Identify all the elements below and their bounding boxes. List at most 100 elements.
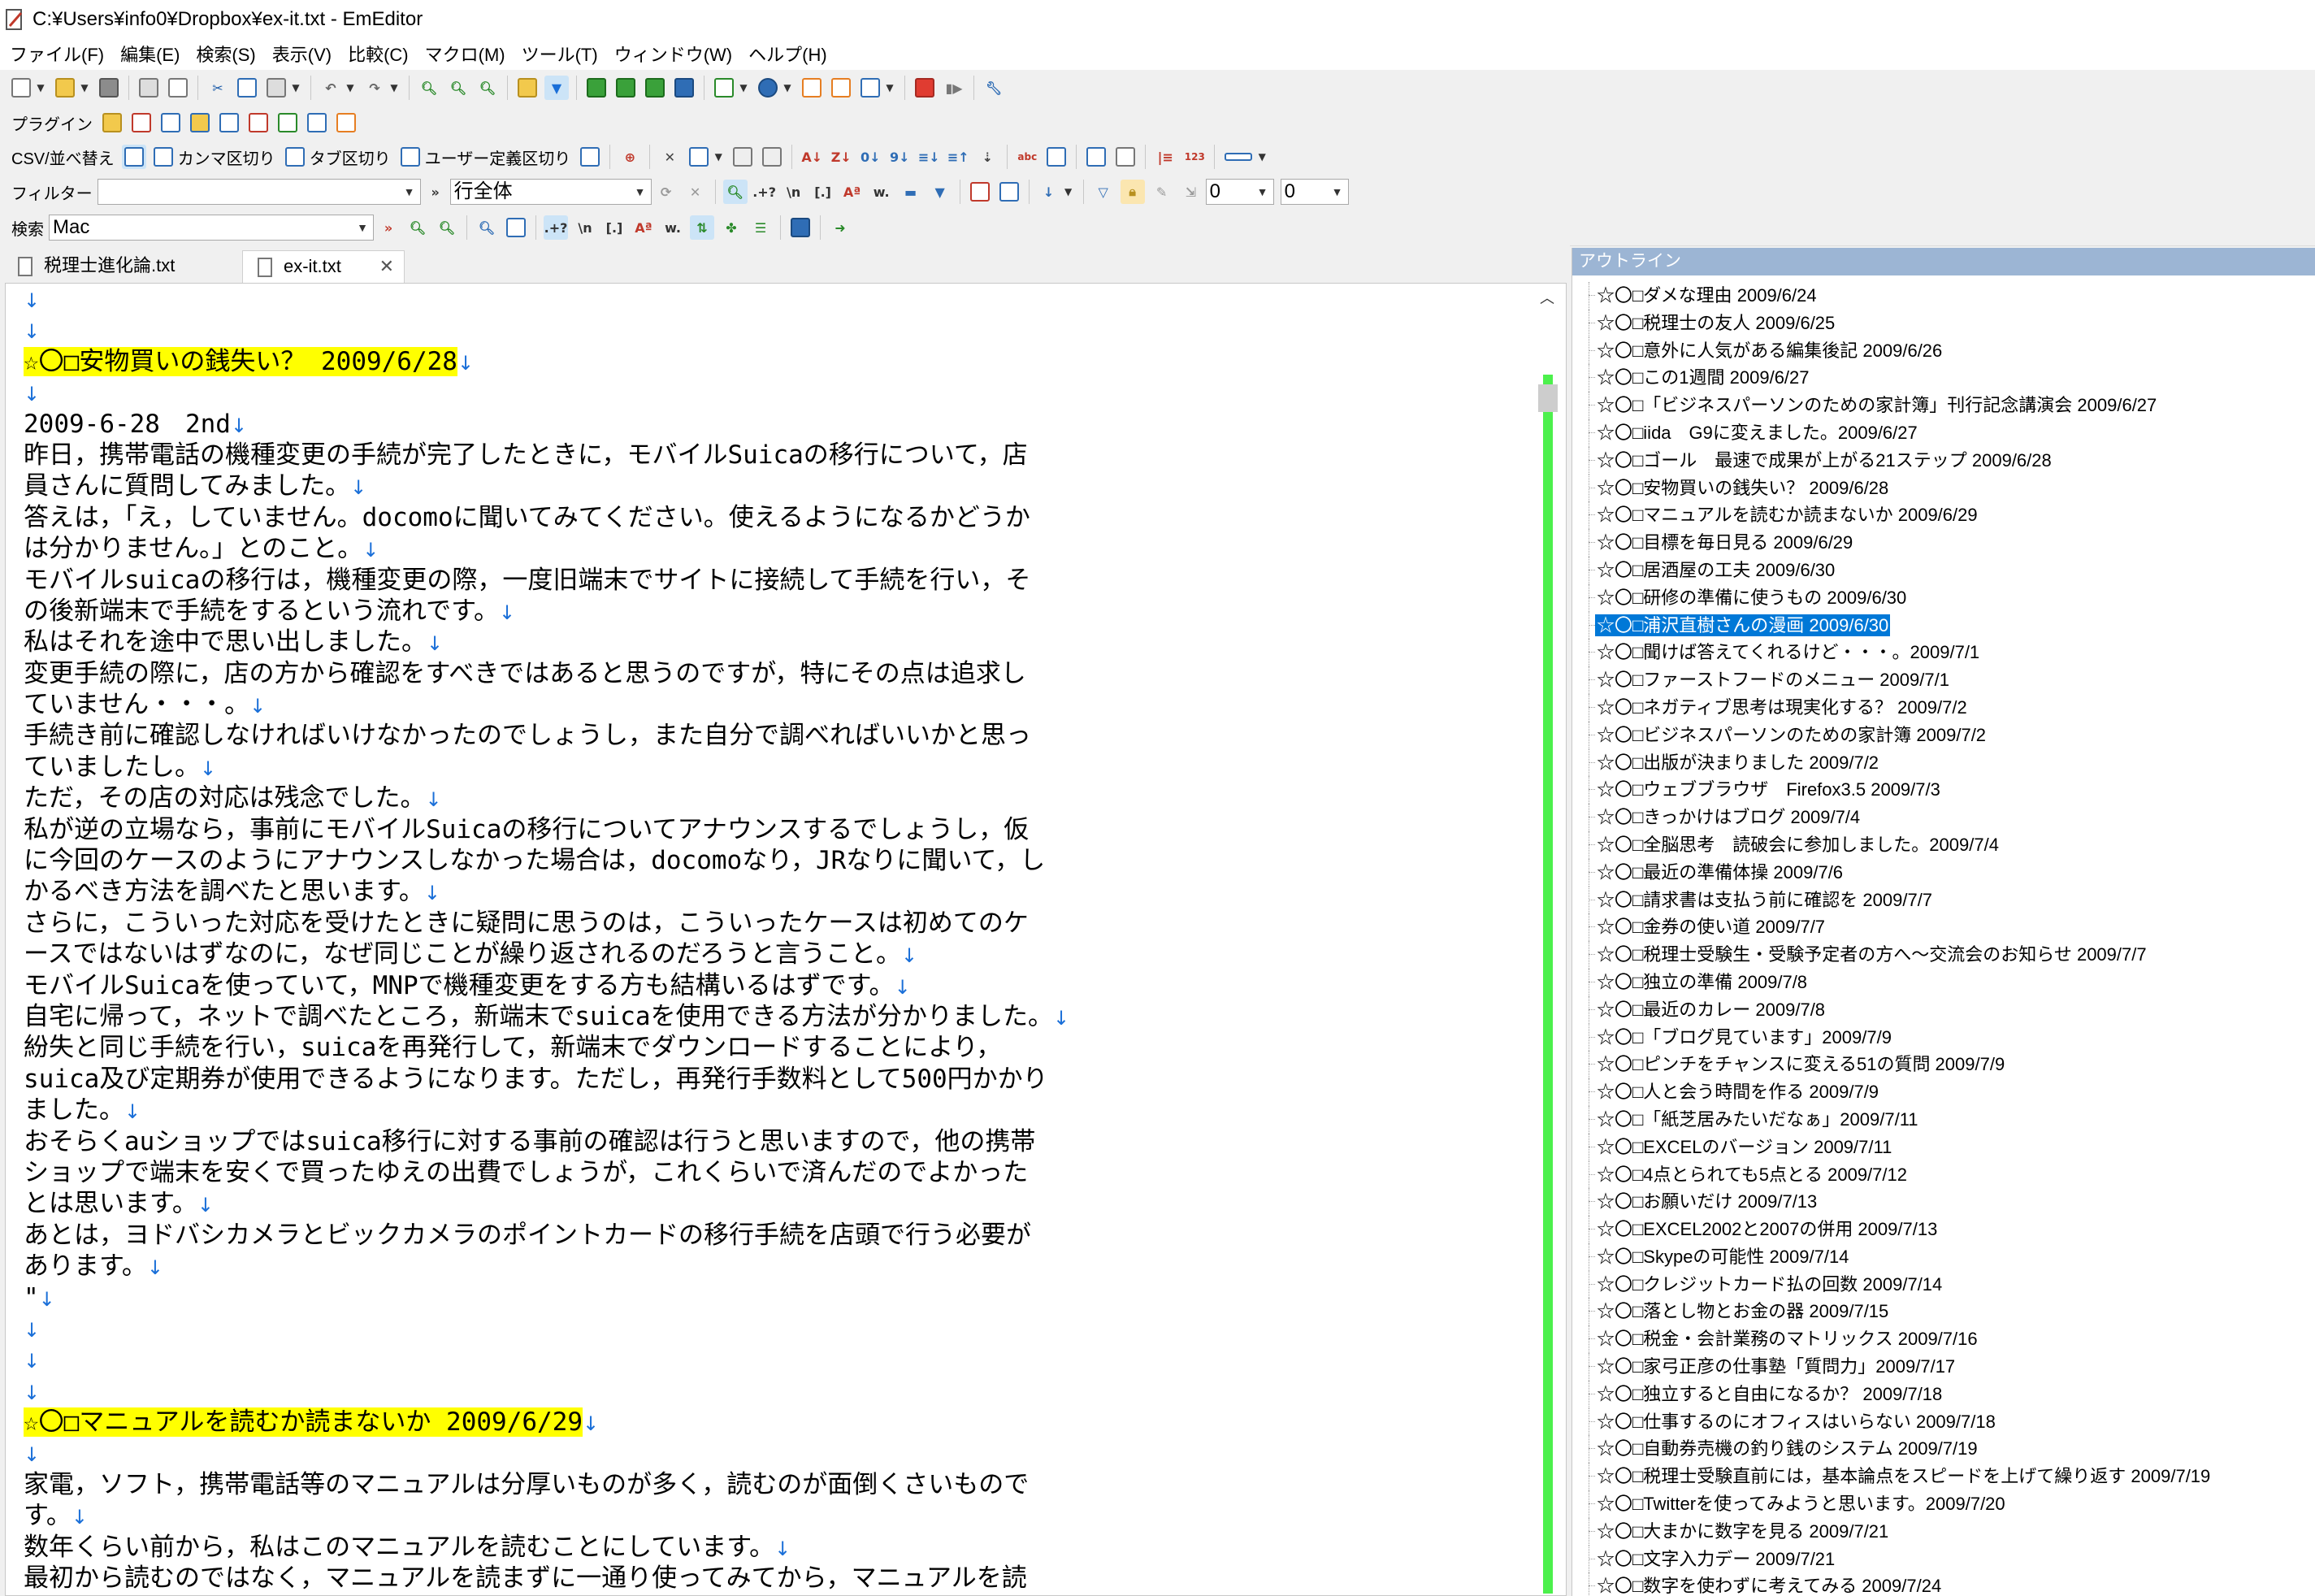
outline-item[interactable]: ☆〇□ビジネスパーソンのための家計簿 2009/7/2 [1572, 721, 2315, 749]
outline-item[interactable]: ☆〇□浦沢直樹さんの漫画 2009/6/30 [1572, 611, 2315, 640]
sort-za-icon[interactable]: Z↓ [829, 145, 853, 169]
edit-icon[interactable] [800, 76, 824, 100]
outline-item[interactable]: ☆〇□最近のカレー 2009/7/8 [1572, 995, 2315, 1024]
sort-90-icon[interactable]: 9↓ [887, 145, 912, 169]
brackets-icon[interactable]: [.] [602, 215, 626, 240]
chevron-down-icon[interactable]: ▼ [402, 180, 417, 204]
sort-abc-icon[interactable]: abc [1015, 145, 1039, 169]
bookmark-icon[interactable]: ✤ [719, 215, 743, 240]
search-highlight-icon[interactable]: 🔍︎ [475, 215, 499, 240]
chevron-down-icon[interactable]: ▼ [1064, 180, 1073, 204]
scroll-thumb[interactable] [1538, 384, 1558, 412]
sort-long-icon[interactable]: ≡↑ [946, 145, 970, 169]
outline-item[interactable]: ☆〇□仕事するのにオフィスはいらない 2009/7/18 [1572, 1407, 2315, 1436]
refresh-icon[interactable] [643, 76, 667, 100]
outline-item[interactable]: ☆〇□独立の準備 2009/7/8 [1572, 968, 2315, 996]
outline-item[interactable]: ☆〇□目標を毎日見る 2009/6/29 [1572, 529, 2315, 557]
outline-item[interactable]: ☆〇□金券の使い道 2009/7/7 [1572, 913, 2315, 942]
print-preview-icon[interactable] [166, 76, 190, 100]
paste-icon[interactable] [264, 76, 288, 100]
chevron-down-icon[interactable]: ▼ [291, 76, 301, 100]
csv-options-icon[interactable] [578, 145, 602, 169]
column-join-icon[interactable] [1113, 145, 1138, 169]
filter-num1-select[interactable]: 0 ▼ [1205, 179, 1274, 205]
filter-icon[interactable]: ▼ [544, 76, 569, 100]
editor-line[interactable]: ↓ [24, 314, 1535, 345]
sort-09-icon[interactable]: 0↓ [858, 145, 882, 169]
filter-bar-icon[interactable]: ▬ [899, 180, 923, 204]
regex-icon[interactable]: .+? [544, 215, 568, 240]
print-icon[interactable] [137, 76, 161, 100]
csv-tab-button[interactable]: タブ区切り [310, 145, 391, 169]
outline-item[interactable]: ☆〇□「ブログ見ています」2009/7/9 [1572, 1023, 2315, 1052]
editor-text[interactable]: ↓ ↓ ☆〇□安物買いの銭失い？ 2009/6/28↓ ↓ 2009-6-28 2nd↓… [24, 284, 1535, 1594]
filter-extract-icon[interactable]: ⇲ [1179, 180, 1203, 204]
filter-pin-icon[interactable]: ✎ [1150, 180, 1174, 204]
outline-item[interactable]: ☆〇□自動券売機の釣り銭のシステム 2009/7/19 [1572, 1435, 2315, 1464]
outline-item[interactable]: ☆〇□数字を使わずに考えてみる 2009/7/24 [1572, 1572, 2315, 1596]
find-next-icon[interactable]: 🔍︎ [446, 76, 470, 100]
outline-item[interactable]: ☆〇□居酒屋の工夫 2009/6/30 [1572, 556, 2315, 584]
outline-item[interactable]: ☆〇□税理士の友人 2009/6/25 [1572, 309, 2315, 337]
editor-line[interactable]: の後新端末で手続をするという流れです。↓ [24, 596, 1535, 627]
outline-item[interactable]: ☆〇□意外に人気がある編集後記 2009/6/26 [1572, 336, 2315, 365]
chevron-down-icon[interactable]: ▼ [713, 145, 723, 169]
menu-item[interactable]: ツール(T) [515, 41, 605, 69]
outline-item[interactable]: ☆〇□マニュアルを読むか読まないか 2009/6/29 [1572, 501, 2315, 530]
outline-item[interactable]: ☆〇□全脳思考 読破会に参加しました。2009/7/4 [1572, 831, 2315, 859]
editor-line[interactable]: 変更手続の際に，店の方から確認をすべきではあると思うのですが，特にその点は追求し [24, 658, 1535, 689]
filter-clear-icon[interactable]: ✕ [683, 180, 708, 204]
editor-line[interactable]: かるべき方法を調べたと思います。↓ [24, 876, 1535, 907]
outline-item[interactable]: ☆〇□きっかけはブログ 2009/7/4 [1572, 804, 2315, 831]
split-window-icon[interactable] [584, 76, 609, 100]
outline-item[interactable]: ☆〇□独立すると自由になるか？ 2009/7/18 [1572, 1380, 2315, 1408]
csv-user-button[interactable]: ユーザー定義区切り [425, 145, 571, 169]
chevron-down-icon[interactable]: ▼ [355, 215, 370, 240]
outline-item[interactable]: ☆〇□この1週間 2009/6/27 [1572, 364, 2315, 392]
outline-item[interactable]: ☆〇□出版が決まりました 2009/7/2 [1572, 748, 2315, 777]
csv-grid-icon[interactable] [687, 145, 711, 169]
filter-funnel-icon[interactable]: ▽ [1091, 180, 1116, 204]
filter-doc-icon[interactable] [997, 180, 1021, 204]
column-view-icon[interactable] [1222, 145, 1255, 169]
customize-icon[interactable] [829, 76, 853, 100]
outline-item[interactable]: ☆〇□聞けば答えてくれるけど・・・。2009/7/1 [1572, 639, 2315, 667]
chevron-down-icon[interactable]: ▼ [389, 76, 399, 100]
outline-item[interactable]: ☆〇□税理士受験生・受験予定者の方へ～交流会のお知らせ 2009/7/7 [1572, 941, 2315, 969]
editor-line[interactable]: 自宅に帰って，ネットで調べたところ，新端末でsuicaを使用できる方法が分かりま… [24, 1001, 1535, 1032]
search-window-icon[interactable] [788, 215, 813, 240]
editor-line[interactable]: 数年くらい前から，私はこのマニュアルを読むことにしています。↓ [24, 1532, 1535, 1563]
outline-item[interactable]: ☆〇□研修の準備に使うもの 2009/6/30 [1572, 583, 2315, 612]
editor-line[interactable]: 紛失と同じ手続を行い，suicaを再発行して，新端末でダウンロードすることにより… [24, 1032, 1535, 1063]
csv-user-icon[interactable] [398, 145, 423, 169]
escape-icon[interactable]: \n [573, 215, 597, 240]
outline-item[interactable]: ☆〇□税金・会計業務のマトリックス 2009/7/16 [1572, 1325, 2315, 1354]
csv-format-icon[interactable] [760, 145, 784, 169]
editor-line[interactable]: 私はそれを途中で思い出しました。↓ [24, 627, 1535, 657]
chevron-down-icon[interactable]: ▼ [345, 76, 355, 100]
search-input[interactable]: Mac ▼ [49, 215, 374, 241]
new-file-icon[interactable] [9, 76, 33, 100]
menu-item[interactable]: 編集(E) [114, 41, 186, 69]
menu-item[interactable]: ヘルプ(H) [742, 41, 834, 69]
outline-item[interactable]: ☆〇□安物買いの銭失い？ 2009/6/28 [1572, 474, 2315, 502]
outline-item[interactable]: ☆〇□クレジットカード払の回数 2009/7/14 [1572, 1270, 2315, 1299]
outline-item[interactable]: ☆〇□最近の準備体操 2009/7/6 [1572, 858, 2315, 887]
run-macro-icon[interactable]: ▮▶ [942, 76, 966, 100]
document-icon[interactable] [712, 76, 736, 100]
chevron-down-icon[interactable]: ▼ [1255, 180, 1270, 204]
filter-num2-select[interactable]: 0 ▼ [1280, 179, 1349, 205]
regex-icon[interactable]: .+? [752, 180, 777, 204]
plugin-character-code-icon[interactable] [334, 111, 358, 135]
outline-item[interactable]: ☆〇□家弓正彦の仕事塾「質問力」2009/7/17 [1572, 1353, 2315, 1381]
compare-icon[interactable] [672, 76, 696, 100]
search-list-icon[interactable]: ☰ [748, 215, 773, 240]
plugin-outline-icon[interactable] [158, 111, 183, 135]
outline-item[interactable]: ☆〇□「紙芝居みたいだなぁ」2009/7/11 [1572, 1105, 2315, 1134]
find-icon[interactable]: 🔍︎ [417, 76, 441, 100]
search-next-icon[interactable]: 🔍︎ [405, 215, 430, 240]
lock-icon[interactable]: 🔒︎ [1120, 180, 1145, 204]
scroll-up-icon[interactable]: ︿ [1535, 287, 1559, 311]
insert-column-icon[interactable]: ⊕ [618, 145, 642, 169]
match-case-icon[interactable]: Aª [840, 180, 865, 204]
